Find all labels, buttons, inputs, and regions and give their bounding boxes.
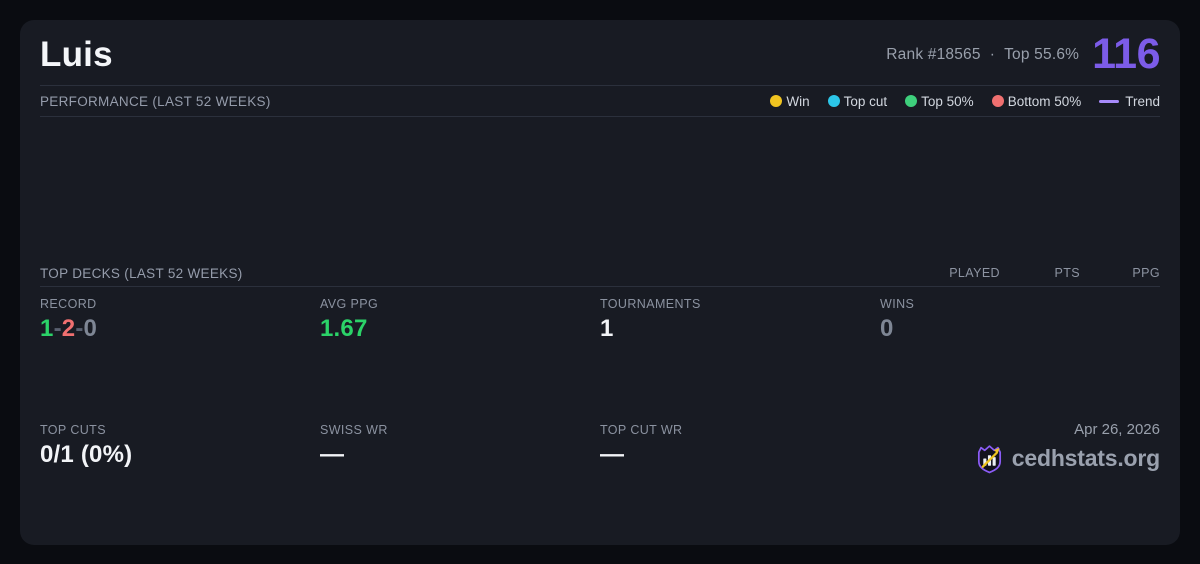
legend-label: Top cut xyxy=(843,93,888,109)
record-losses: 2 xyxy=(61,315,76,342)
legend-label: Bottom 50% xyxy=(1007,93,1082,109)
legend-label: Trend xyxy=(1125,93,1160,109)
stat-label: TOP CUT WR xyxy=(600,422,683,437)
top-decks-columns: PLAYED PTS PPG xyxy=(920,266,1160,280)
stat-label: SWISS WR xyxy=(320,422,388,437)
brand-row[interactable]: cedhstats.org xyxy=(974,443,1160,474)
top-percent: Top 55.6% xyxy=(1004,45,1080,63)
stat-avg-ppg: AVG PPG 1.67 xyxy=(320,294,600,420)
stat-label: AVG PPG xyxy=(320,297,379,311)
stat-top-cuts: TOP CUTS 0/1 (0%) xyxy=(40,420,320,546)
stat-record: RECORD 1-2-0 xyxy=(40,294,320,420)
stat-label: RECORD xyxy=(40,297,97,311)
rank-separator: · xyxy=(989,45,996,63)
tournaments-value: 1 xyxy=(600,315,614,342)
brand-name[interactable]: cedhstats.org xyxy=(1012,445,1160,472)
stat-label: WINS xyxy=(880,297,915,311)
top-cut-dot-icon xyxy=(827,95,840,107)
legend-item-win: Win xyxy=(770,93,810,109)
column-header-pts: PTS xyxy=(1054,266,1080,280)
rank-text: Rank #18565 · Top 55.6% xyxy=(886,46,1079,64)
performance-section-title: PERFORMANCE (LAST 52 WEEKS) xyxy=(40,93,271,109)
header-rank-group: Rank #18565 · Top 55.6% 116 xyxy=(886,33,1160,76)
stat-top-cut-wr: TOP CUT WR — xyxy=(600,420,880,546)
legend-item-bottom-50: Bottom 50% xyxy=(991,93,1082,109)
top-decks-section-title: TOP DECKS (LAST 52 WEEKS) xyxy=(40,265,243,281)
top-decks-header-row: TOP DECKS (LAST 52 WEEKS) PLAYED PTS PPG xyxy=(40,260,1160,287)
stat-label: TOURNAMENTS xyxy=(600,297,701,311)
player-score: 116 xyxy=(1092,30,1160,78)
legend-label: Win xyxy=(786,93,810,109)
player-name: Luis xyxy=(40,34,113,74)
record-separator: - xyxy=(75,315,84,342)
record-separator: - xyxy=(53,315,62,342)
player-stats-card: Luis Rank #18565 · Top 55.6% 116 PERFORM… xyxy=(20,20,1180,545)
legend-label: Top 50% xyxy=(921,93,974,109)
win-dot-icon xyxy=(770,95,783,107)
cedhstats-shield-logo-icon xyxy=(977,444,1001,473)
legend-item-top-50: Top 50% xyxy=(905,94,974,109)
stats-grid: RECORD 1-2-0 AVG PPG 1.67 TOURNAMENTS 1 … xyxy=(40,287,1160,545)
swiss-wr-value: — xyxy=(320,440,345,468)
performance-header-row: PERFORMANCE (LAST 52 WEEKS) Win Top cut … xyxy=(40,86,1160,117)
performance-chart-area xyxy=(40,117,1160,260)
column-header-ppg: PPG xyxy=(1132,266,1160,280)
stat-swiss-wr: SWISS WR — xyxy=(320,420,600,546)
stat-label: TOP CUTS xyxy=(40,422,106,437)
stat-tournaments: TOURNAMENTS 1 xyxy=(600,294,880,420)
legend-item-top-cut: Top cut xyxy=(827,93,888,109)
rank-number: Rank #18565 xyxy=(886,45,981,63)
column-header-played: PLAYED xyxy=(949,266,1000,280)
record-draws: 0 xyxy=(83,315,98,342)
legend-item-trend: Trend xyxy=(1099,94,1160,109)
top-cut-wr-value: — xyxy=(600,440,625,468)
trend-line-icon xyxy=(1099,99,1120,103)
card-header: Luis Rank #18565 · Top 55.6% 116 xyxy=(40,20,1160,86)
footer-date: Apr 26, 2026 xyxy=(1074,420,1160,438)
bottom-50-dot-icon xyxy=(991,95,1004,107)
page-background: Luis Rank #18565 · Top 55.6% 116 PERFORM… xyxy=(0,0,1200,564)
top-50-dot-icon xyxy=(905,95,918,107)
record-value: 1-2-0 xyxy=(40,315,320,343)
card-footer: Apr 26, 2026 cedhstats.org xyxy=(880,420,1160,546)
record-wins: 1 xyxy=(40,315,54,342)
wins-value: 0 xyxy=(880,315,894,342)
stat-wins: WINS 0 xyxy=(880,294,1160,420)
avg-ppg-value: 1.67 xyxy=(320,315,368,342)
top-cuts-value: 0/1 (0%) xyxy=(40,440,133,468)
chart-legend: Win Top cut Top 50% Bottom 50% Trend xyxy=(770,94,1160,109)
